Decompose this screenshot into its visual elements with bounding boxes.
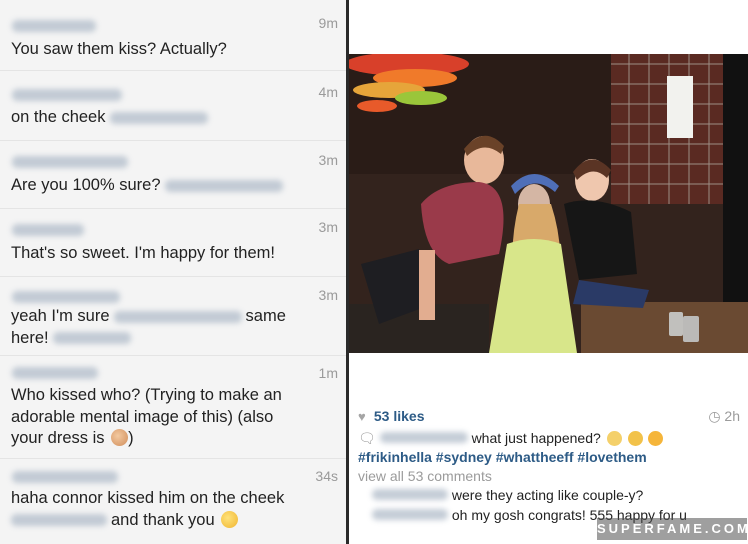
post-photo[interactable] [349,54,748,353]
mention-redacted[interactable] [52,332,131,345]
comment-item[interactable]: 3m yeah I'm sure same here! [0,276,346,356]
comment-text: and thank you [111,510,215,529]
mention-redacted[interactable] [11,514,107,527]
poster-username-redacted[interactable] [379,432,468,443]
caption: 🗨 what just happened? #frikinhella #sydn… [358,429,738,525]
username-redacted[interactable] [12,20,96,32]
post-time: ◷ 2h [708,408,740,425]
comment-text: your dress is [11,429,105,447]
scream-emoji-icon [606,431,622,446]
comment-text: here! [11,328,49,347]
mention-redacted[interactable] [113,310,242,323]
heart-icon: ♥ [358,409,366,424]
comment-text: You saw them kiss? Actually? [11,40,227,58]
comment-text: adorable mental image of this) (also [11,407,274,426]
username-redacted[interactable] [12,471,118,483]
likes-row[interactable]: ♥ 53 likes [358,408,425,424]
comments-panel: 9m You saw them kiss? Actually? 4m on th… [0,0,346,544]
likes-count[interactable]: 53 likes [374,408,425,424]
comment-item[interactable]: 3m That's so sweet. I'm happy for them! [0,208,346,277]
mention-redacted[interactable] [109,111,208,124]
username-redacted[interactable] [12,156,128,168]
username-redacted[interactable] [12,291,120,303]
comment-text: same [245,307,286,325]
mention-redacted[interactable] [164,179,283,192]
comment-text: on the cheek [11,108,106,126]
comment-bubble-icon: 🗨 [358,430,376,446]
caption-text: what just happened? [471,430,601,446]
smiling-face-emoji-icon [221,510,239,528]
clock-icon: ◷ [708,408,721,424]
username-redacted[interactable] [12,89,122,101]
comment-timestamp: 3m [318,219,338,235]
username-redacted[interactable] [12,367,98,379]
post-comment-text: were they acting like couple-y? [451,487,644,503]
comment-item[interactable]: 4m on the cheek [0,70,346,141]
comment-timestamp: 3m [318,287,338,303]
comment-text: Who kissed who? (Trying to make an [11,386,282,404]
ok-hand-emoji-icon [111,429,129,446]
comment-timestamp: 3m [318,152,338,168]
comment-text: haha connor kissed him on the cheek [11,489,285,507]
comment-item[interactable]: 34s haha connor kissed him on the cheek … [0,458,346,544]
comment-timestamp: 4m [318,84,338,100]
instagram-post: ♥ 53 likes ◷ 2h 🗨 what just happened? #f… [349,0,748,544]
superfame-watermark: SUPERFAME.COM [597,518,748,540]
comment-text: That's so sweet. I'm happy for them! [11,244,275,262]
comment-text: Are you 100% sure? [11,176,161,194]
comment-timestamp: 9m [318,15,338,31]
comment-item[interactable]: 1m Who kissed who? (Trying to make an ad… [0,355,346,459]
comment-text: yeah I'm sure [11,307,110,325]
hashtags[interactable]: #frikinhella #sydney #whattheeff #loveth… [358,449,647,465]
comment-timestamp: 1m [318,365,338,381]
comment-item[interactable]: 3m Are you 100% sure? [0,140,346,209]
heart-eyes-emoji-icon [648,431,664,446]
view-all-comments-link[interactable]: view all 53 comments [358,468,492,484]
username-redacted[interactable] [12,224,84,236]
comment-timestamp: 34s [315,468,338,484]
comment-item[interactable]: 9m You saw them kiss? Actually? [0,0,346,71]
commenter-username-redacted[interactable] [372,489,448,500]
post-timestamp: 2h [724,408,740,424]
commenter-username-redacted[interactable] [372,509,448,520]
smirk-emoji-icon [627,431,643,446]
